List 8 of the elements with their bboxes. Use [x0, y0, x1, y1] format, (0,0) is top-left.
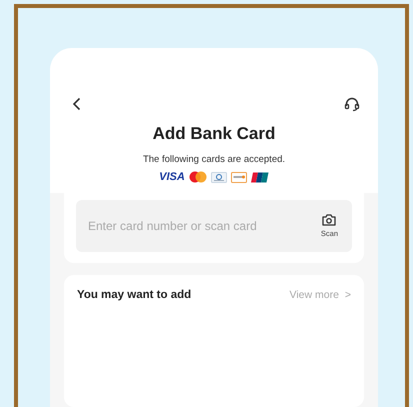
camera-icon[interactable]	[322, 214, 336, 226]
mastercard-logo-icon	[188, 171, 207, 183]
back-icon[interactable]	[72, 97, 81, 111]
accepted-cards-note: The following cards are accepted.	[142, 154, 286, 165]
headset-icon[interactable]	[344, 96, 360, 112]
section-title: You may want to add	[77, 289, 192, 301]
visa-logo: VISA	[159, 171, 185, 183]
page-title: Add Bank Card	[152, 124, 276, 144]
